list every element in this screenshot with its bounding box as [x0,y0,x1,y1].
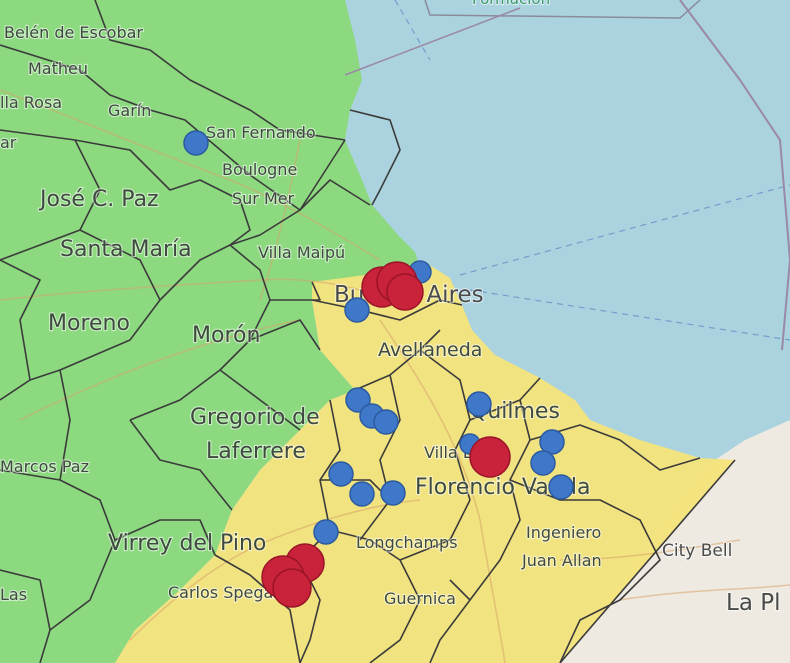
label-laferrere: Laferrere [206,439,306,464]
blue-marker[interactable] [380,480,406,506]
red-marker[interactable] [386,273,424,311]
red-marker[interactable] [272,568,312,608]
blue-marker[interactable] [466,391,492,417]
blue-marker[interactable] [530,450,556,476]
label-garin: Garín [108,101,151,120]
blue-marker[interactable] [548,474,574,500]
label-gregorio-de: Gregorio de [190,405,320,430]
label-avellaneda: Avellaneda [378,339,482,361]
label-las: Las [0,585,27,604]
label-san-fernando: San Fernando [206,123,316,142]
blue-marker[interactable] [313,519,339,545]
label-longchamps: Longchamps [356,533,458,552]
label-matheu: Matheu [28,59,88,78]
label-formacion: Formación [472,0,550,8]
label-villa-rosa: lla Rosa [0,93,62,112]
label-marcos-paz: Marcos Paz [0,457,89,476]
label-belen-de-escobar: Belén de Escobar [4,23,143,42]
label-juan-allan: Juan Allan [521,551,602,570]
label-boulogne: Boulogne [222,160,297,179]
blue-marker[interactable] [183,130,209,156]
label-moreno: Moreno [48,311,130,336]
red-marker[interactable] [469,436,511,478]
label-virrey-del-pino: Virrey del Pino [108,531,266,556]
blue-marker[interactable] [328,461,354,487]
label-city-bell: City Bell [662,541,732,561]
label-la-plata: La Pl [726,590,780,616]
blue-marker[interactable] [344,297,370,323]
blue-marker[interactable] [349,481,375,507]
label-villa-maipu: Villa Maipú [258,243,345,262]
map-view[interactable]: Formación Belén de Escobar Matheu lla Ro… [0,0,790,663]
label-ingeniero: Ingeniero [526,523,601,542]
label-santa-maria: Santa María [60,237,192,262]
blue-marker[interactable] [373,409,399,435]
label-ar: ar [0,133,17,152]
label-sur-mer: Sur Mer [232,189,295,208]
label-jose-c-paz: José C. Paz [38,187,159,212]
map-canvas[interactable]: Formación Belén de Escobar Matheu lla Ro… [0,0,790,663]
label-guernica: Guernica [384,589,456,608]
label-moron: Morón [192,323,260,348]
